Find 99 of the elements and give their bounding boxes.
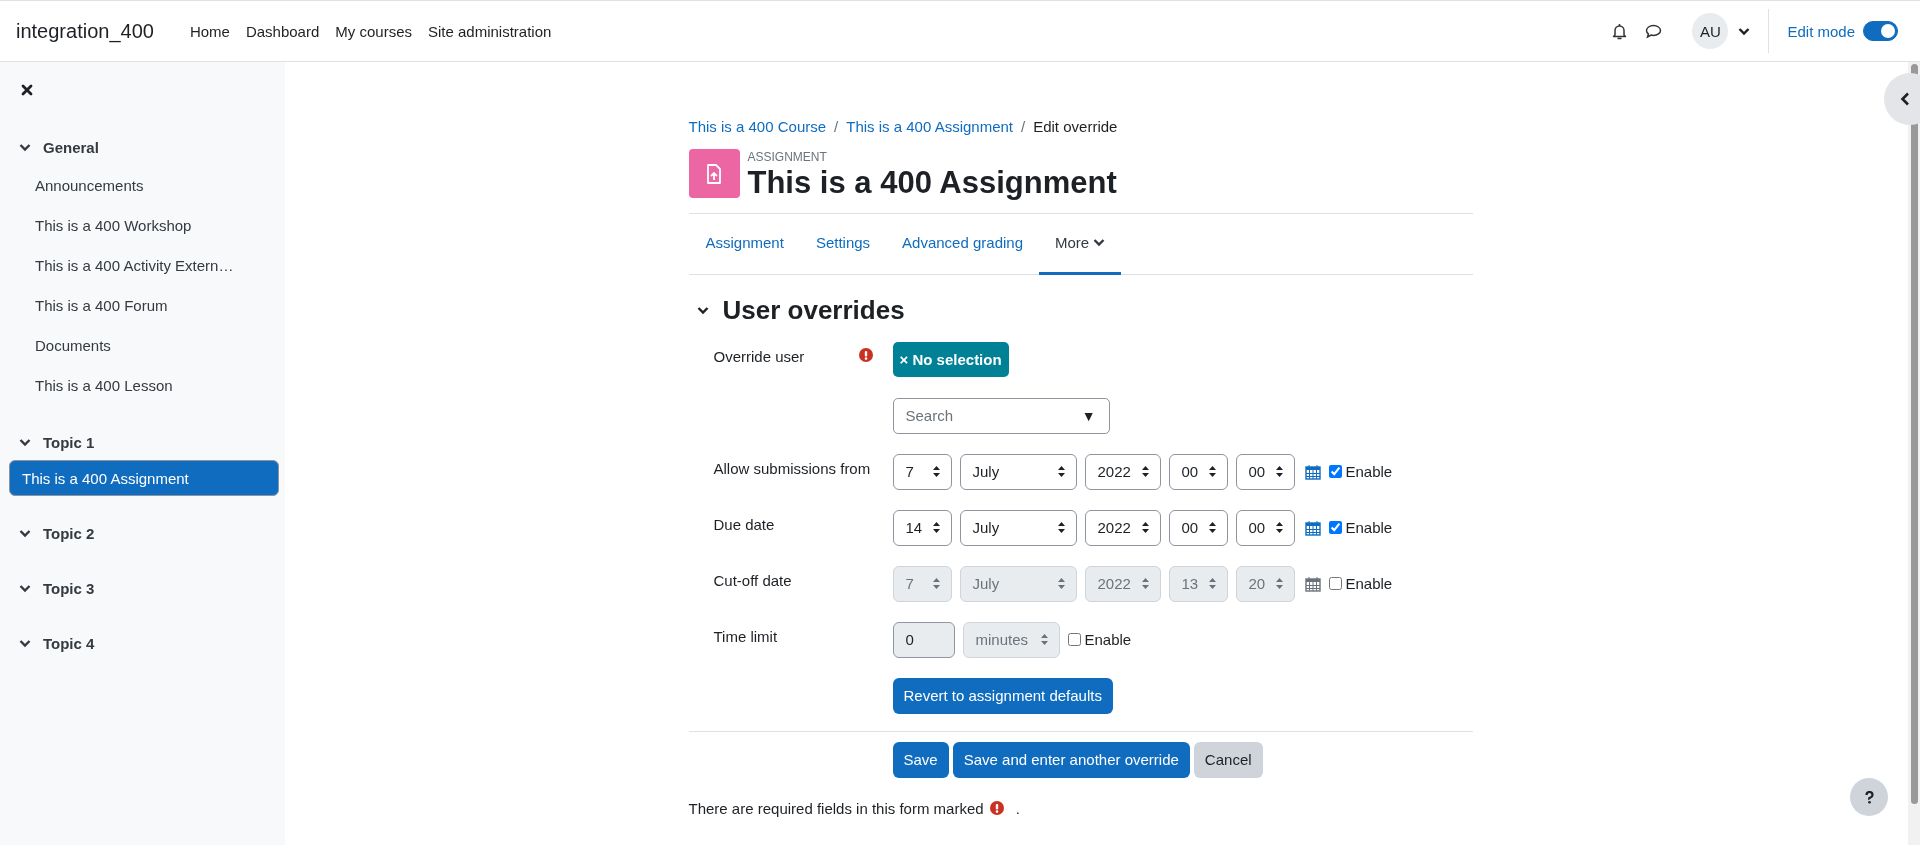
bell-icon bbox=[1612, 22, 1628, 40]
note-period: . bbox=[1015, 799, 1020, 817]
page-title: This is a 400 Assignment bbox=[747, 165, 1117, 201]
edit-mode-label: Edit mode bbox=[1787, 22, 1855, 40]
updown-arrows-icon bbox=[1140, 521, 1150, 535]
course-index-item[interactable]: This is a 400 Assignment bbox=[9, 460, 279, 496]
checkbox-label: Enable bbox=[1345, 575, 1393, 593]
select-field[interactable]: July bbox=[959, 509, 1077, 546]
updown-arrows-icon bbox=[1207, 465, 1217, 479]
chevron-down-icon bbox=[1093, 237, 1106, 247]
enable-checkbox[interactable] bbox=[1328, 521, 1342, 535]
select-field[interactable]: 13 bbox=[1168, 565, 1228, 602]
revert-button[interactable]: Revert to assignment defaults bbox=[892, 677, 1113, 714]
select-field[interactable]: 7 bbox=[892, 453, 952, 490]
field-label: Time limit bbox=[713, 627, 778, 645]
updown-arrows-icon bbox=[1140, 465, 1150, 479]
select-field[interactable]: 00 bbox=[1235, 509, 1295, 546]
updown-arrows-icon bbox=[1207, 577, 1217, 591]
select-field[interactable]: 2022 bbox=[1084, 565, 1161, 602]
enable-checkbox[interactable] bbox=[1328, 577, 1342, 591]
cancel-button[interactable]: Cancel bbox=[1193, 741, 1263, 778]
error-icon bbox=[989, 801, 1004, 816]
required-note: There are required fields in this form marked bbox=[688, 799, 984, 817]
breadcrumb-link[interactable]: This is a 400 Course bbox=[688, 118, 827, 135]
enable-checkbox[interactable] bbox=[1328, 465, 1342, 479]
activity-type: ASSIGNMENT bbox=[747, 150, 828, 164]
nav-tab[interactable]: Assignment bbox=[689, 213, 800, 275]
file-upload-icon bbox=[706, 163, 722, 184]
breadcrumb-separator: / bbox=[834, 118, 839, 135]
field-label: Allow submissions from bbox=[713, 459, 871, 477]
question-mark-icon bbox=[1864, 790, 1874, 804]
chevron-down-icon bbox=[1738, 26, 1751, 36]
course-index-item[interactable]: This is a 400 Lesson bbox=[9, 365, 279, 405]
select-field[interactable]: 20 bbox=[1235, 565, 1295, 602]
updown-arrows-icon bbox=[1056, 465, 1066, 479]
save-button[interactable]: Save and enter another override bbox=[952, 741, 1190, 778]
close-icon bbox=[21, 84, 33, 96]
breadcrumb-separator: / bbox=[1021, 118, 1026, 135]
section-link[interactable]: General bbox=[43, 139, 99, 156]
nav-link[interactable]: Home bbox=[181, 22, 238, 40]
updown-arrows-icon bbox=[1140, 577, 1150, 591]
section-link[interactable]: Topic 2 bbox=[43, 525, 95, 542]
help-button[interactable] bbox=[1850, 778, 1888, 816]
calendar-icon bbox=[1304, 575, 1321, 592]
field-label: Due date bbox=[713, 515, 775, 533]
chevron-left-icon bbox=[1900, 92, 1910, 106]
scrollbar[interactable] bbox=[1908, 62, 1920, 845]
updown-arrows-icon bbox=[1056, 521, 1066, 535]
nav-tab[interactable]: Advanced grading bbox=[886, 213, 1039, 275]
course-index-item[interactable]: This is a 400 Workshop bbox=[9, 205, 279, 245]
section-link[interactable]: Topic 4 bbox=[43, 635, 95, 652]
checkbox-label: Enable bbox=[1345, 463, 1393, 481]
updown-arrows-icon bbox=[1274, 577, 1284, 591]
field-label: Override user bbox=[713, 347, 805, 365]
select-field[interactable]: 00 bbox=[1168, 509, 1228, 546]
section-heading: User overrides bbox=[722, 294, 905, 326]
dropdown-caret[interactable]: ▼ bbox=[1081, 407, 1096, 424]
select-field[interactable]: 2022 bbox=[1084, 509, 1161, 546]
checkbox-label: Enable bbox=[1084, 631, 1132, 649]
edit-mode-toggle[interactable] bbox=[1863, 21, 1898, 41]
breadcrumb-current: Edit override bbox=[1033, 118, 1118, 135]
select-field[interactable]: July bbox=[959, 453, 1077, 490]
updown-arrows-icon bbox=[1056, 577, 1066, 591]
select-field[interactable]: 00 bbox=[1168, 453, 1228, 490]
updown-arrows-icon bbox=[931, 465, 941, 479]
calendar-icon bbox=[1304, 463, 1321, 480]
course-index-item[interactable]: This is a 400 Activity Extern… bbox=[9, 245, 279, 285]
nav-link[interactable]: Dashboard bbox=[237, 22, 328, 40]
course-index-item[interactable]: Announcements bbox=[9, 165, 279, 205]
select-field[interactable]: 14 bbox=[892, 509, 952, 546]
updown-arrows-icon bbox=[1274, 465, 1284, 479]
nav-tab[interactable]: Settings bbox=[799, 213, 887, 275]
select-field[interactable]: 7 bbox=[892, 565, 952, 602]
chat-icon bbox=[1645, 23, 1663, 39]
select-field[interactable]: 00 bbox=[1235, 453, 1295, 490]
section-link[interactable]: Topic 1 bbox=[43, 434, 95, 451]
nav-link[interactable]: My courses bbox=[327, 22, 420, 40]
calendar-icon bbox=[1304, 519, 1321, 536]
nav-tab[interactable]: More bbox=[1039, 213, 1122, 275]
enable-checkbox[interactable] bbox=[1067, 633, 1081, 647]
updown-arrows-icon bbox=[1274, 521, 1284, 535]
site-name[interactable]: integration_400 bbox=[16, 19, 154, 43]
breadcrumb-link[interactable]: This is a 400 Assignment bbox=[846, 118, 1013, 135]
save-button[interactable]: Save bbox=[892, 741, 949, 778]
select-field[interactable]: 2022 bbox=[1084, 453, 1161, 490]
unit-select[interactable]: minutes bbox=[962, 621, 1060, 658]
nav-link[interactable]: Site administration bbox=[420, 22, 560, 40]
updown-arrows-icon bbox=[1039, 633, 1049, 647]
field-label: Cut-off date bbox=[713, 571, 792, 589]
course-index-item[interactable]: Documents bbox=[9, 325, 279, 365]
select-field[interactable]: July bbox=[959, 565, 1077, 602]
selection-tag[interactable]: × No selection bbox=[892, 341, 1009, 377]
course-index-item[interactable]: This is a 400 Forum bbox=[9, 285, 279, 325]
checkbox-label: Enable bbox=[1345, 519, 1393, 537]
user-avatar[interactable]: AU bbox=[1692, 13, 1729, 49]
updown-arrows-icon bbox=[1207, 521, 1217, 535]
updown-arrows-icon bbox=[931, 577, 941, 591]
updown-arrows-icon bbox=[931, 521, 941, 535]
section-link[interactable]: Topic 3 bbox=[43, 580, 95, 597]
